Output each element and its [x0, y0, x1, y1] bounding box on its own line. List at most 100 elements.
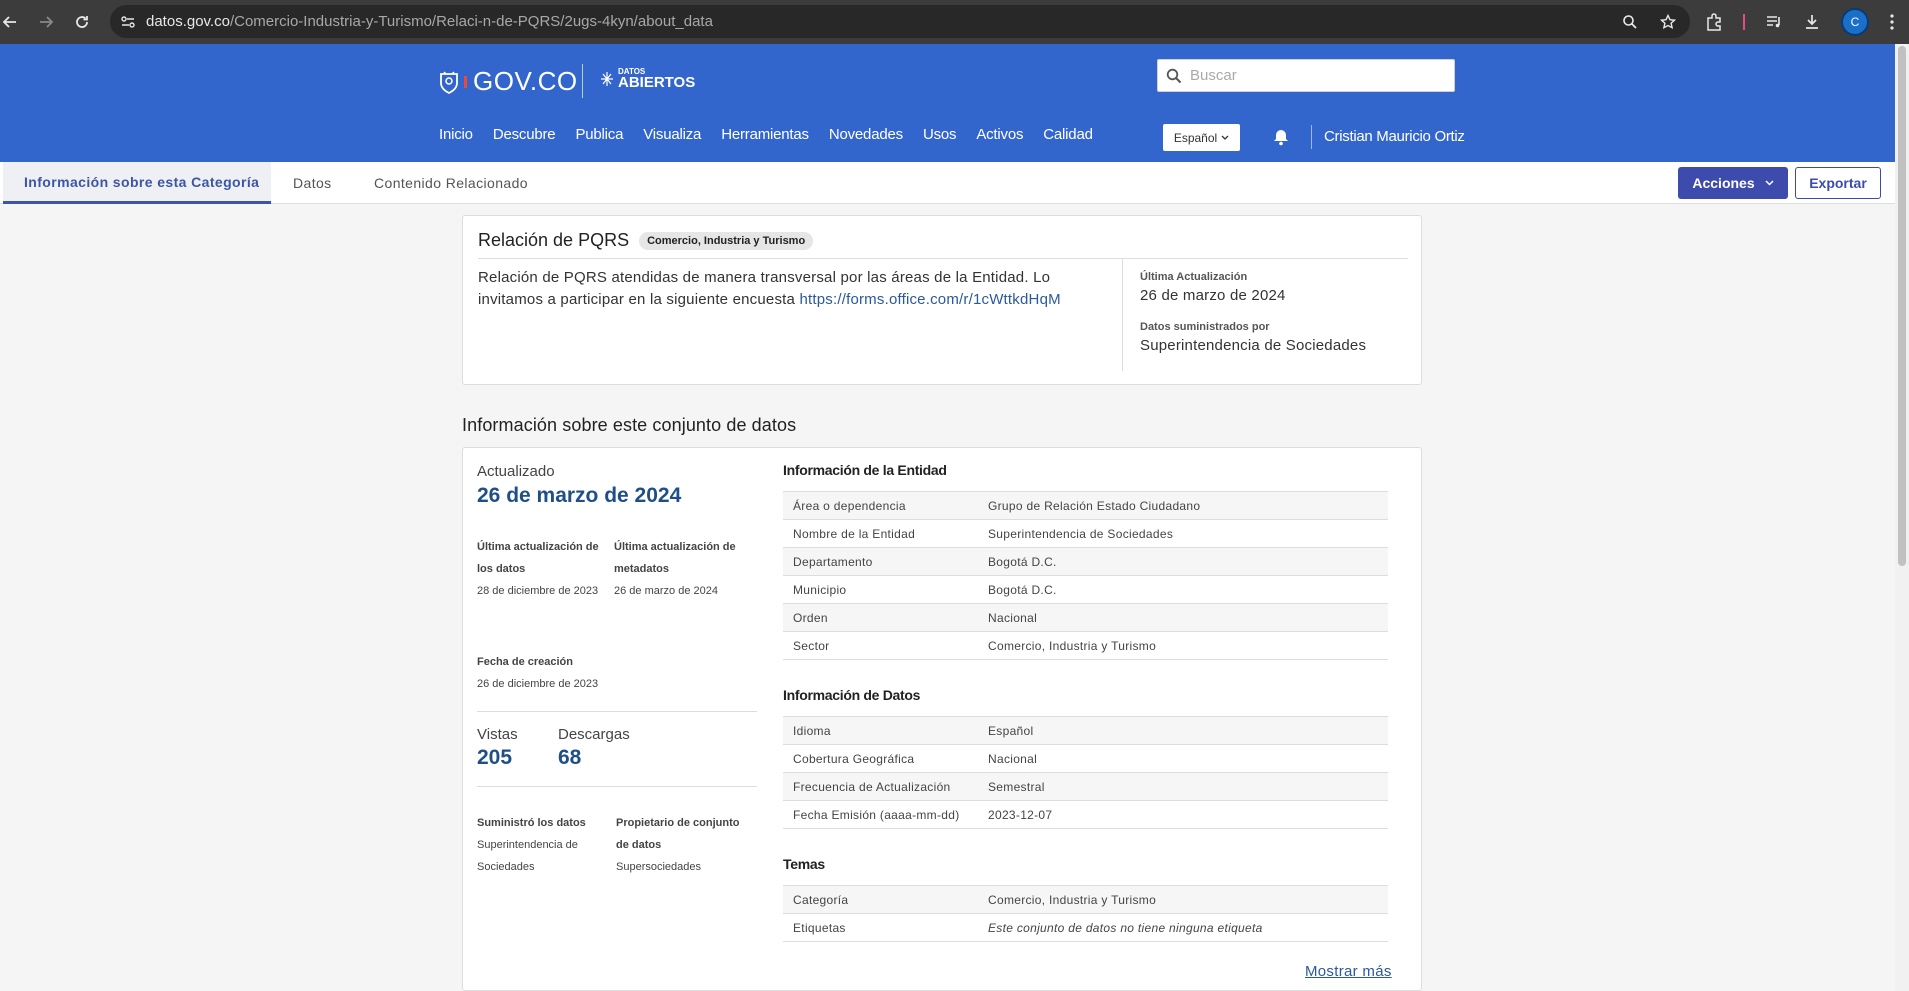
category-badge[interactable]: Comercio, Industria y Turismo	[639, 231, 814, 250]
row-key: Departamento	[793, 554, 873, 569]
creation-label: Fecha de creación	[477, 656, 573, 668]
owner-value: Supersociedades	[616, 861, 702, 873]
show-more-link[interactable]: Mostrar más	[1305, 963, 1392, 980]
nav-herramientas[interactable]: Herramientas	[721, 126, 809, 143]
search-icon	[1166, 68, 1182, 84]
updated-label: Actualizado	[477, 463, 555, 480]
row-key: Etiquetas	[793, 920, 846, 935]
site-info-icon[interactable]	[120, 14, 136, 30]
browser-toolbar: datos.gov.co/Comercio-Industria-y-Turism…	[0, 0, 1909, 44]
acciones-button[interactable]: Acciones	[1678, 167, 1788, 199]
row-value: Nacional	[988, 610, 1038, 625]
search-box[interactable]	[1157, 59, 1455, 92]
table-row: Categoría Comercio, Industria y Turismo	[783, 886, 1388, 914]
acciones-label: Acciones	[1692, 175, 1755, 191]
nav-calidad[interactable]: Calidad	[1043, 126, 1093, 143]
back-arrow-icon[interactable]	[0, 4, 28, 40]
row-value: Grupo de Relación Estado Ciudadano	[988, 498, 1201, 513]
supplier-value: Superintendencia de Sociedades	[477, 839, 578, 873]
last-update-label: Última Actualización	[1140, 271, 1248, 283]
row-value: 2023-12-07	[988, 807, 1053, 822]
supplier-label: Suministró los datos	[477, 817, 586, 829]
language-select[interactable]: Español	[1163, 124, 1240, 151]
table-row: Frecuencia de Actualización Semestral	[783, 773, 1388, 801]
data-info-title: Información de Datos	[783, 687, 921, 703]
exportar-button[interactable]: Exportar	[1795, 167, 1881, 199]
views-label: Vistas	[477, 726, 518, 743]
menu-kebab-icon[interactable]	[1889, 13, 1895, 31]
row-value: Bogotá D.C.	[988, 554, 1057, 569]
bookmark-star-icon[interactable]	[1660, 13, 1676, 30]
download-icon[interactable]	[1803, 13, 1821, 31]
tab-informacion[interactable]: Información sobre esta Categoría	[3, 162, 271, 204]
table-row: Municipio Bogotá D.C.	[783, 576, 1388, 604]
divider	[477, 711, 757, 712]
forward-arrow-icon[interactable]	[28, 4, 64, 40]
tab-label: Información sobre esta Categoría	[24, 173, 260, 190]
media-control-icon[interactable]	[1765, 13, 1783, 31]
last-update-value: 26 de marzo de 2024	[1140, 287, 1286, 304]
search-input[interactable]	[1190, 67, 1440, 84]
profile-avatar[interactable]: C	[1841, 8, 1869, 36]
table-row: Etiquetas Este conjunto de datos no tiene…	[783, 914, 1388, 942]
dataset-summary-card: Relación de PQRS Comercio, Industria y T…	[462, 215, 1422, 385]
row-key: Área o dependencia	[793, 498, 906, 513]
row-key: Sector	[793, 638, 830, 653]
nav-inicio[interactable]: Inicio	[439, 126, 473, 143]
provided-by-value: Superintendencia de Sociedades	[1140, 337, 1367, 354]
nav-descubre[interactable]: Descubre	[493, 126, 556, 143]
row-key: Municipio	[793, 582, 847, 597]
notification-bell-icon[interactable]	[1273, 128, 1289, 146]
metadata-update-label: Última actualización de metadatos	[614, 541, 736, 575]
creation-value: 26 de diciembre de 2023	[477, 678, 599, 690]
tab-label: Contenido Relacionado	[374, 175, 528, 191]
row-value: Bogotá D.C.	[988, 582, 1057, 597]
row-value: Español	[988, 723, 1034, 738]
datos-big-text: ABIERTOS	[618, 74, 696, 91]
tab-contenido-relacionado[interactable]: Contenido Relacionado	[374, 162, 528, 204]
datos-sparkle-icon	[600, 71, 614, 87]
address-bar[interactable]: datos.gov.co/Comercio-Industria-y-Turism…	[110, 5, 1690, 38]
divider	[478, 258, 1408, 259]
nav-publica[interactable]: Publica	[575, 126, 623, 143]
table-row: Cobertura Geográfica Nacional	[783, 745, 1388, 773]
dataset-title: Relación de PQRS	[478, 230, 630, 250]
page-scrollbar[interactable]	[1895, 44, 1909, 991]
gov-logo-text: GOV.CO	[473, 66, 578, 96]
table-row: Fecha Emisión (aaaa-mm-dd) 2023-12-07	[783, 801, 1388, 829]
scrollbar-thumb[interactable]	[1898, 46, 1906, 566]
tab-datos[interactable]: Datos	[293, 162, 332, 204]
tab-label: Datos	[293, 175, 332, 191]
zoom-icon[interactable]	[1622, 14, 1638, 30]
updated-value: 26 de marzo de 2024	[477, 484, 682, 507]
datos-abiertos-logo[interactable]: DATOS ABIERTOS	[600, 68, 695, 90]
chevron-down-icon	[1765, 180, 1774, 186]
row-key: Categoría	[793, 892, 849, 907]
language-label: Español	[1173, 130, 1218, 145]
entity-info-table: Área o dependencia Grupo de Relación Esta…	[783, 491, 1388, 660]
row-key: Idioma	[793, 723, 831, 738]
row-value: Comercio, Industria y Turismo	[988, 638, 1157, 653]
url-text: datos.gov.co/Comercio-Industria-y-Turism…	[146, 13, 713, 30]
provided-by-label: Datos suministrados por	[1140, 321, 1270, 333]
row-value: Superintendencia de Sociedades	[988, 526, 1174, 541]
entity-info-title: Información de la Entidad	[783, 462, 947, 478]
divider	[477, 786, 757, 787]
nav-usos[interactable]: Usos	[923, 126, 957, 143]
dataset-description: Relación de PQRS atendidas de manera tra…	[478, 267, 1088, 311]
nav-activos[interactable]: Activos	[976, 126, 1023, 143]
row-key: Orden	[793, 610, 828, 625]
exportar-label: Exportar	[1809, 175, 1867, 191]
nav-visualiza[interactable]: Visualiza	[643, 126, 701, 143]
user-menu[interactable]: Cristian Mauricio Ortiz	[1324, 128, 1465, 145]
table-row: Sector Comercio, Industria y Turismo	[783, 632, 1388, 660]
extensions-icon[interactable]	[1705, 13, 1723, 31]
divider-icon	[1743, 14, 1745, 30]
user-separator	[1311, 125, 1312, 149]
survey-link[interactable]: https://forms.office.com/r/1cWttkdHqM	[799, 291, 1060, 308]
nav-novedades[interactable]: Novedades	[829, 126, 903, 143]
gov-co-logo[interactable]: GOV.CO	[438, 66, 578, 97]
main-nav: Inicio Descubre Publica Visualiza Herram…	[439, 126, 1093, 143]
reload-icon[interactable]	[64, 4, 100, 40]
downloads-value: 68	[558, 746, 582, 769]
